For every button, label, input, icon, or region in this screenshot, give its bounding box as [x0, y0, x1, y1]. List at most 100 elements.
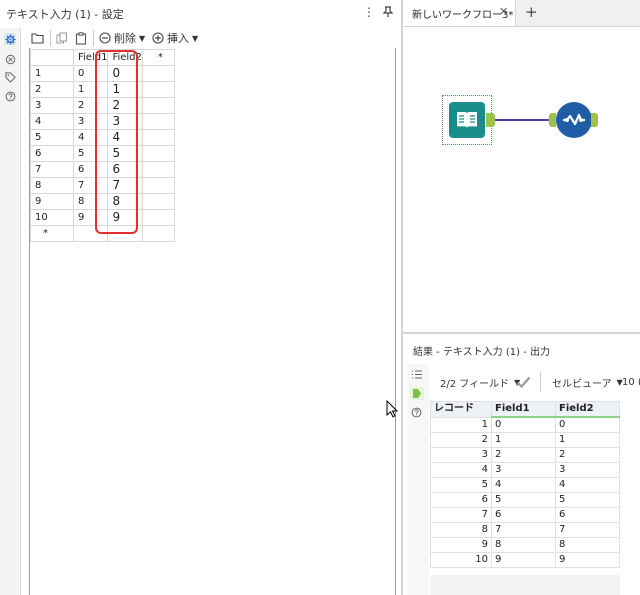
column-header-record[interactable]: レコード — [430, 401, 492, 418]
cell-field1[interactable]: 5 — [72, 145, 109, 162]
insert-button[interactable]: 挿入 ▼ — [152, 30, 198, 46]
chevron-down-icon: ▼ — [139, 33, 146, 43]
text-input-tool[interactable] — [449, 102, 485, 138]
copy-icon[interactable] — [56, 30, 68, 46]
cell-new-column[interactable] — [141, 129, 175, 146]
table-row[interactable]: 766 — [430, 507, 620, 523]
cell-field2[interactable]: 6 — [555, 507, 620, 523]
cell-field2[interactable]: 5 — [107, 145, 143, 162]
cell-field1[interactable]: 2 — [72, 97, 109, 114]
cell-field2[interactable]: 0 — [555, 416, 620, 433]
cell-field1[interactable]: 0 — [491, 416, 556, 433]
fields-dropdown[interactable]: 2/2 フィールド ▼ — [440, 372, 520, 392]
workflow-canvas[interactable] — [403, 27, 640, 332]
cell-new-column[interactable] — [141, 209, 175, 226]
output-anchor[interactable] — [591, 113, 598, 127]
cell-new-column[interactable] — [141, 161, 175, 178]
table-row[interactable]: 211 — [430, 432, 620, 448]
cell-field2[interactable]: 5 — [555, 492, 620, 508]
tag-icon[interactable] — [4, 71, 16, 83]
cell-field2[interactable]: 7 — [555, 522, 620, 538]
cell-field1[interactable]: 1 — [491, 432, 556, 448]
cell-new-column[interactable] — [141, 113, 175, 130]
connection-line[interactable] — [495, 119, 552, 121]
cell-field1[interactable]: 9 — [491, 552, 556, 568]
cell-field2[interactable]: 2 — [555, 447, 620, 463]
column-header-field1[interactable]: Field1 — [491, 401, 556, 418]
cell-field2[interactable]: 3 — [107, 113, 143, 130]
cell-field2[interactable]: 1 — [555, 432, 620, 448]
column-header-field1[interactable]: Field1 — [72, 49, 109, 66]
close-icon[interactable]: ✕ — [499, 5, 508, 18]
cell-field2[interactable]: 6 — [107, 161, 143, 178]
column-header-new[interactable]: * — [141, 49, 175, 66]
cell-new-column[interactable] — [141, 193, 175, 210]
help-icon[interactable] — [4, 90, 16, 102]
cell-new-column[interactable] — [141, 177, 175, 194]
cell-field2[interactable]: 4 — [107, 129, 143, 146]
cell-field2[interactable]: 7 — [107, 177, 143, 194]
table-row[interactable]: 655 — [430, 492, 620, 508]
cell-field2[interactable]: 3 — [555, 462, 620, 478]
cell-field1[interactable]: 4 — [72, 129, 109, 146]
table-row[interactable]: 100 — [430, 416, 620, 433]
cell-field2[interactable]: 9 — [555, 552, 620, 568]
cell-field2[interactable]: 8 — [555, 537, 620, 553]
open-file-icon[interactable] — [31, 30, 44, 46]
cell-field1[interactable]: 7 — [72, 177, 109, 194]
cell-field2[interactable]: 4 — [555, 477, 620, 493]
table-row[interactable]: 322 — [430, 447, 620, 463]
cell-field1[interactable] — [72, 225, 109, 242]
cell-field1[interactable]: 8 — [491, 537, 556, 553]
cell-field1[interactable]: 2 — [491, 447, 556, 463]
table-row[interactable]: 877 — [430, 522, 620, 538]
cell-field1[interactable]: 4 — [491, 477, 556, 493]
cell-field1[interactable]: 5 — [491, 492, 556, 508]
help-icon[interactable] — [411, 407, 422, 421]
gear-icon[interactable] — [4, 33, 16, 45]
record-number: 4 — [430, 462, 492, 478]
cell-field1[interactable]: 9 — [72, 209, 109, 226]
cell-field1[interactable]: 6 — [72, 161, 109, 178]
cell-field1[interactable]: 6 — [491, 507, 556, 523]
cell-new-column[interactable] — [141, 65, 175, 82]
more-options-icon[interactable]: ⋮ — [363, 5, 375, 19]
cell-field2[interactable]: 8 — [107, 193, 143, 210]
cell-field1[interactable]: 3 — [491, 462, 556, 478]
cell-new-column[interactable] — [141, 81, 175, 98]
list-icon[interactable] — [411, 369, 423, 383]
annotation-icon[interactable] — [4, 53, 16, 65]
cell-field2[interactable]: 0 — [107, 65, 143, 82]
column-header-field2[interactable]: Field2 — [107, 49, 143, 66]
results-splitter[interactable] — [403, 332, 640, 334]
output-anchor[interactable] — [486, 113, 495, 127]
cell-field1[interactable]: 0 — [72, 65, 109, 82]
cell-field1[interactable]: 3 — [72, 113, 109, 130]
cell-field2[interactable]: 2 — [107, 97, 143, 114]
column-header-field2[interactable]: Field2 — [555, 401, 620, 418]
cell-new-column[interactable] — [141, 145, 175, 162]
data-view-icon[interactable] — [410, 387, 424, 400]
cell-field1[interactable]: 1 — [72, 81, 109, 98]
cell-new-column[interactable] — [141, 225, 175, 242]
cell-viewer-dropdown[interactable]: セルビューア ▼ — [552, 372, 623, 392]
browse-tool[interactable] — [556, 102, 592, 138]
table-row[interactable]: 433 — [430, 462, 620, 478]
table-row[interactable]: 988 — [430, 537, 620, 553]
cell-field1[interactable]: 7 — [491, 522, 556, 538]
add-tab-icon[interactable]: + — [525, 3, 538, 21]
cell-new-column[interactable] — [141, 97, 175, 114]
pin-icon[interactable] — [382, 6, 394, 21]
cell-field2[interactable]: 9 — [107, 209, 143, 226]
input-anchor[interactable] — [549, 113, 556, 127]
table-row[interactable]: 544 — [430, 477, 620, 493]
cell-field2[interactable]: 1 — [107, 81, 143, 98]
cell-field2[interactable] — [107, 225, 143, 242]
record-number: 9 — [430, 537, 492, 553]
new-row[interactable]: * — [30, 225, 175, 242]
paste-icon[interactable] — [75, 30, 87, 46]
delete-button[interactable]: 削除 ▼ — [99, 30, 145, 46]
apply-check-icon[interactable] — [516, 372, 531, 392]
table-row[interactable]: 10 9 9 — [430, 552, 620, 568]
cell-field1[interactable]: 8 — [72, 193, 109, 210]
